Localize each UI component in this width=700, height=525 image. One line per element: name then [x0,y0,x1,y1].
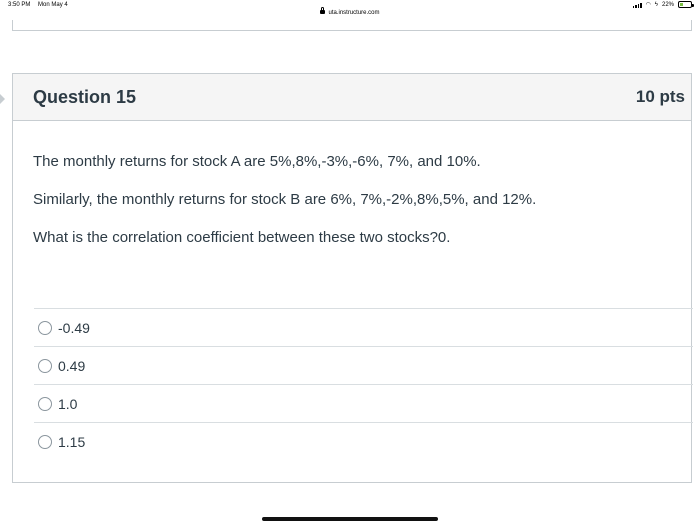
url-bar[interactable]: uta.instructure.com [0,7,700,20]
status-bar: 3:50 PM Mon May 4 ◠ ϟ 22% [0,0,700,10]
answer-label[interactable]: 1.0 [58,396,77,412]
page: 3:50 PM Mon May 4 ◠ ϟ 22% uta.instructur… [0,0,700,525]
question-body: The monthly returns for stock A are 5%,8… [13,121,691,247]
radio-button[interactable] [38,320,52,335]
lock-icon [320,7,326,14]
answer-option[interactable]: 1.0 [34,384,693,422]
cellular-signal-icon [632,2,642,8]
status-time: 3:50 PM [8,2,31,8]
status-right: ◠ ϟ 22% [632,1,694,8]
question-card: Question 15 10 pts The monthly returns f… [12,73,693,483]
answer-option[interactable]: -0.49 [34,308,693,346]
question-text-line: Similarly, the monthly returns for stock… [33,191,537,208]
status-left: 3:50 PM Mon May 4 [8,2,74,8]
radio-button[interactable] [38,396,52,411]
radio-button[interactable] [38,434,52,449]
home-indicator[interactable] [262,517,438,521]
question-text-line: What is the correlation coefficient betw… [33,229,451,246]
answer-option[interactable]: 1.15 [34,422,693,460]
status-date: Mon May 4 [38,2,68,8]
charging-bolt-icon: ϟ [654,1,658,8]
radio-button[interactable] [38,358,52,373]
question-title: Question 15 [33,86,137,107]
answer-option[interactable]: 0.49 [34,346,693,384]
previous-question-card [12,20,692,31]
answer-label[interactable]: -0.49 [58,320,90,336]
question-points: 10 pts [635,87,685,106]
question-header: Question 15 10 pts [13,74,691,121]
battery-percent: 22% [661,1,674,8]
question-text-line: The monthly returns for stock A are 5%,8… [33,153,481,170]
answer-label[interactable]: 0.49 [58,358,85,374]
battery-icon [678,1,694,8]
url-text: uta.instructure.com [328,10,380,16]
answer-label[interactable]: 1.15 [58,434,85,450]
wifi-icon: ◠ [645,1,651,8]
answer-list: -0.49 0.49 1.0 1.15 [34,308,693,460]
collapse-arrow-icon[interactable] [0,94,5,104]
